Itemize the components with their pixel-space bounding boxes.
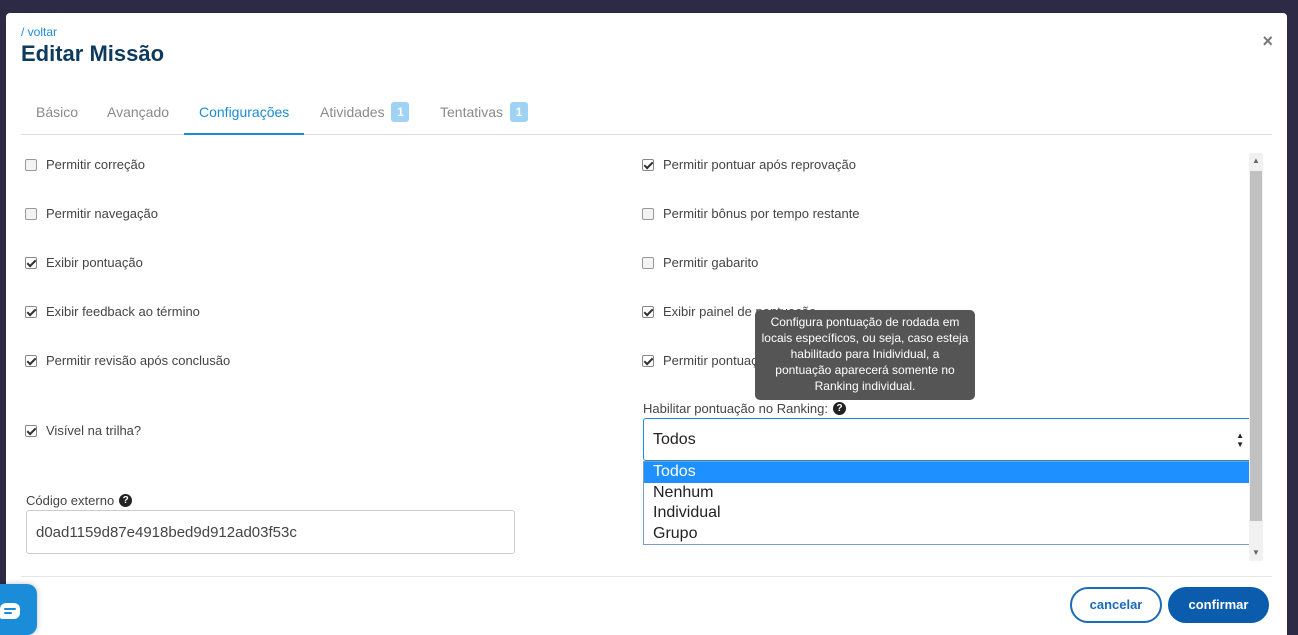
checkbox[interactable] <box>25 305 37 318</box>
checkbox[interactable] <box>25 354 37 367</box>
option-exibir-feedback[interactable]: Exibir feedback ao término <box>25 304 200 319</box>
option-exibir-pontuacao[interactable]: Exibir pontuação <box>25 255 143 270</box>
option-permitir-navegacao[interactable]: Permitir navegação <box>25 206 158 221</box>
tab-badge: 1 <box>509 102 528 123</box>
footer-divider <box>21 576 1272 577</box>
ranking-dropdown: Todos Nenhum Individual Grupo <box>643 461 1255 545</box>
external-code-input[interactable] <box>26 510 515 554</box>
checkbox[interactable] <box>642 158 654 171</box>
tab-bar: Básico Avançado Configurações Atividades… <box>21 93 1272 135</box>
confirm-button[interactable]: confirmar <box>1168 587 1269 623</box>
scroll-up-icon[interactable]: ▲ <box>1249 153 1263 169</box>
option-visivel-trilha[interactable]: Visível na trilha? <box>25 423 141 438</box>
checkbox[interactable] <box>642 256 654 269</box>
option-individual[interactable]: Individual <box>644 503 1254 524</box>
checkbox[interactable] <box>25 207 37 220</box>
checkbox[interactable] <box>642 354 654 367</box>
option-permitir-pontuacao[interactable]: Permitir pontuação <box>642 353 772 368</box>
settings-content: Permitir correção Permitir navegação Exi… <box>6 153 1272 573</box>
checkbox[interactable] <box>25 256 37 269</box>
ranking-label: Habilitar pontuação no Ranking: ? <box>643 401 847 416</box>
option-pontuar-apos-reprovacao[interactable]: Permitir pontuar após reprovação <box>642 157 856 172</box>
tab-avancado[interactable]: Avançado <box>92 93 184 135</box>
external-code-label: Código externo ? <box>26 493 133 508</box>
tab-badge: 1 <box>391 102 410 123</box>
tab-basico[interactable]: Básico <box>21 93 93 135</box>
help-icon[interactable]: ? <box>119 494 133 507</box>
checkbox[interactable] <box>25 158 37 171</box>
option-bonus-tempo[interactable]: Permitir bônus por tempo restante <box>642 206 860 221</box>
option-permitir-gabarito[interactable]: Permitir gabarito <box>642 255 758 270</box>
scroll-down-icon[interactable]: ▼ <box>1249 545 1263 561</box>
tab-tentativas[interactable]: Tentativas 1 <box>425 93 543 135</box>
close-icon[interactable]: × <box>1262 31 1273 52</box>
option-permitir-correcao[interactable]: Permitir correção <box>25 157 145 172</box>
ranking-select[interactable]: Todos ▲ ▼ <box>643 418 1255 461</box>
option-permitir-revisao[interactable]: Permitir revisão após conclusão <box>25 353 230 368</box>
chat-widget[interactable] <box>0 584 37 635</box>
help-icon[interactable]: ? <box>833 402 847 415</box>
page-title: Editar Missão <box>21 41 165 66</box>
cancel-button[interactable]: cancelar <box>1070 587 1162 623</box>
content-scrollbar[interactable]: ▲ ▼ <box>1249 153 1263 561</box>
select-arrows-icon: ▲ ▼ <box>1236 431 1244 449</box>
ranking-tooltip: Configura pontuação de rodada em locais … <box>755 310 975 400</box>
chat-icon <box>0 603 20 619</box>
checkbox[interactable] <box>642 207 654 220</box>
back-link[interactable]: / voltar <box>21 25 57 39</box>
tab-configuracoes[interactable]: Configurações <box>184 93 305 135</box>
checkbox[interactable] <box>25 424 37 437</box>
checkbox[interactable] <box>642 305 654 318</box>
option-nenhum[interactable]: Nenhum <box>644 483 1254 504</box>
option-todos[interactable]: Todos <box>644 462 1254 483</box>
edit-mission-modal: / voltar Editar Missão × Básico Avançado… <box>6 13 1287 635</box>
tab-atividades[interactable]: Atividades 1 <box>305 93 424 135</box>
scroll-thumb[interactable] <box>1250 171 1262 521</box>
option-grupo[interactable]: Grupo <box>644 524 1254 545</box>
